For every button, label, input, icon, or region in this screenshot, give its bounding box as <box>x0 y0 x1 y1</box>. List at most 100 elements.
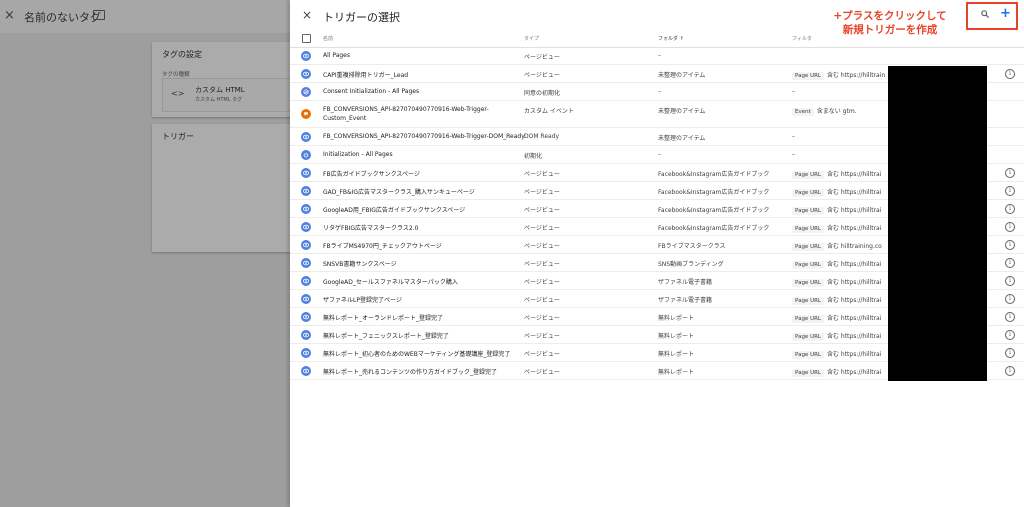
pageview-eye-icon <box>301 222 311 232</box>
trigger-filter: – <box>792 86 795 95</box>
code-icon: <> <box>171 89 185 98</box>
trigger-type: ページビュー <box>524 171 560 178</box>
info-icon[interactable]: i <box>1005 204 1015 214</box>
pageview-eye-icon <box>301 132 311 142</box>
table-row[interactable]: All Pages ページビュー – <box>290 47 1024 65</box>
initialization-icon <box>301 150 311 160</box>
filter-chip: Page URL <box>792 189 824 197</box>
column-header-filter[interactable]: フィルタ <box>792 35 812 42</box>
consent-icon <box>301 87 311 97</box>
search-icon[interactable] <box>981 10 989 18</box>
trigger-filter: – <box>792 131 795 140</box>
info-icon[interactable]: i <box>1005 294 1015 304</box>
filter-text: 含む https://hilltrai <box>826 189 882 196</box>
trigger-type: 初期化 <box>524 153 543 160</box>
trigger-filter: Page URL 含む https://hilltrai <box>792 275 881 287</box>
trigger-name: FB_CONVERSIONS_API-827070490770916-Web-T… <box>323 106 489 122</box>
trigger-filter: Page URL 含む https://hilltrain <box>792 68 885 80</box>
column-header-name[interactable]: 名前 <box>323 35 333 42</box>
trigger-name: FB_CONVERSIONS_API-827070490770916-Web-T… <box>323 133 525 140</box>
pageview-eye-icon <box>301 366 311 376</box>
trigger-name: SNSVB書籍サンクスページ <box>323 261 397 268</box>
annotation-line-1: +プラスをクリックして <box>833 10 947 22</box>
info-icon[interactable]: i <box>1005 330 1015 340</box>
trigger-folder: Facebook&Instagram広告ガイドブック <box>658 189 770 196</box>
info-icon[interactable]: i <box>1005 168 1015 178</box>
close-icon[interactable]: × <box>4 8 15 23</box>
trigger-name: 無料レポート_売れるコンテンツの作り方ガイドブック_登録完了 <box>323 369 498 376</box>
trigger-type: ページビュー <box>524 369 560 376</box>
tag-name-title[interactable]: 名前のないタグ <box>24 9 101 25</box>
trigger-folder: 未整理のアイテム <box>658 108 706 115</box>
filter-text: 含む https://hilltrai <box>826 333 882 340</box>
trigger-filter: Page URL 含む https://hilltrai <box>792 185 881 197</box>
pageview-eye-icon <box>301 168 311 178</box>
trigger-folder: Facebook&Instagram広告ガイドブック <box>658 225 770 232</box>
panel-title: トリガーの選択 <box>323 11 400 24</box>
trigger-filter: Page URL 含む https://hilltrai <box>792 167 881 179</box>
trigger-folder: 無料レポート <box>658 333 695 340</box>
filter-text: 含む https://hilltrai <box>826 279 882 286</box>
trigger-folder: SNS動画ブランディング <box>658 261 724 268</box>
info-icon[interactable]: i <box>1005 69 1015 79</box>
trigger-filter: Page URL 含む https://hilltrai <box>792 293 881 305</box>
filter-text: 含む https://hilltrai <box>826 171 882 178</box>
filter-chip: Page URL <box>792 351 824 359</box>
tag-type-desc: カスタム HTML タグ <box>195 97 243 103</box>
trigger-folder: 未整理のアイテム <box>658 135 706 142</box>
tag-type-selector[interactable]: <> カスタム HTML カスタム HTML タグ <box>162 78 293 112</box>
trigger-name: 無料レポート_オーランドレポート_登録完了 <box>323 315 444 322</box>
folder-icon[interactable] <box>93 10 105 20</box>
trigger-folder: Facebook&Instagram広告ガイドブック <box>658 207 770 214</box>
tag-config-card[interactable]: タグの設定 タグの種類 <> カスタム HTML カスタム HTML タグ <box>152 42 293 117</box>
filter-text: 含む https://hilltrai <box>826 315 882 322</box>
trigger-folder: – <box>658 88 661 95</box>
trigger-type: ページビュー <box>524 225 560 232</box>
trigger-type: ページビュー <box>524 207 560 214</box>
trigger-name: GAD_FB&IG広告マスタークラス_購入サンキューページ <box>323 189 475 196</box>
filter-text: – <box>792 88 795 95</box>
filter-chip: Page URL <box>792 207 824 215</box>
filter-text: – <box>792 151 795 158</box>
select-all-checkbox[interactable] <box>302 34 311 43</box>
trigger-folder: 無料レポート <box>658 369 695 376</box>
trigger-type: ページビュー <box>524 243 560 250</box>
pageview-eye-icon <box>301 312 311 322</box>
pageview-eye-icon <box>301 348 311 358</box>
filter-chip: Page URL <box>792 297 824 305</box>
column-header-type[interactable]: タイプ <box>524 35 539 42</box>
trigger-type: ページビュー <box>524 72 560 79</box>
filter-chip: Page URL <box>792 261 824 269</box>
trigger-filter: Page URL 含む https://hilltrai <box>792 203 881 215</box>
trigger-name: Consent Initialization - All Pages <box>323 88 420 95</box>
info-icon[interactable]: i <box>1005 186 1015 196</box>
info-icon[interactable]: i <box>1005 258 1015 268</box>
column-header-folder[interactable]: フォルダ ↑ <box>658 35 684 42</box>
tag-type-label: タグの種類 <box>162 72 190 78</box>
filter-chip: Page URL <box>792 225 824 233</box>
filter-chip: Page URL <box>792 243 824 251</box>
filter-chip: Page URL <box>792 315 824 323</box>
trigger-filter: Page URL 含む https://hilltrai <box>792 221 881 233</box>
trigger-type: ページビュー <box>524 333 560 340</box>
info-icon[interactable]: i <box>1005 312 1015 322</box>
redaction-block <box>888 66 987 381</box>
trigger-filter: Page URL 含む hilltraining.co <box>792 239 882 251</box>
trigger-type: ページビュー <box>524 189 560 196</box>
pageview-eye-icon <box>301 204 311 214</box>
info-icon[interactable]: i <box>1005 366 1015 376</box>
filter-text: 含む https://hilltrai <box>826 351 882 358</box>
info-icon[interactable]: i <box>1005 222 1015 232</box>
info-icon[interactable]: i <box>1005 276 1015 286</box>
info-icon[interactable]: i <box>1005 348 1015 358</box>
close-icon[interactable]: × <box>302 8 312 22</box>
info-icon[interactable]: i <box>1005 240 1015 250</box>
trigger-card-title: トリガー <box>162 132 194 141</box>
trigger-type: ページビュー <box>524 315 560 322</box>
trigger-folder: 未整理のアイテム <box>658 72 706 79</box>
trigger-card[interactable]: トリガー <box>152 124 292 252</box>
add-trigger-button[interactable]: + <box>1000 7 1011 21</box>
trigger-name: 無料レポート_フェニックスレポート_登録完了 <box>323 333 449 340</box>
filter-chip: Page URL <box>792 333 824 341</box>
filter-chip: Page URL <box>792 279 824 287</box>
